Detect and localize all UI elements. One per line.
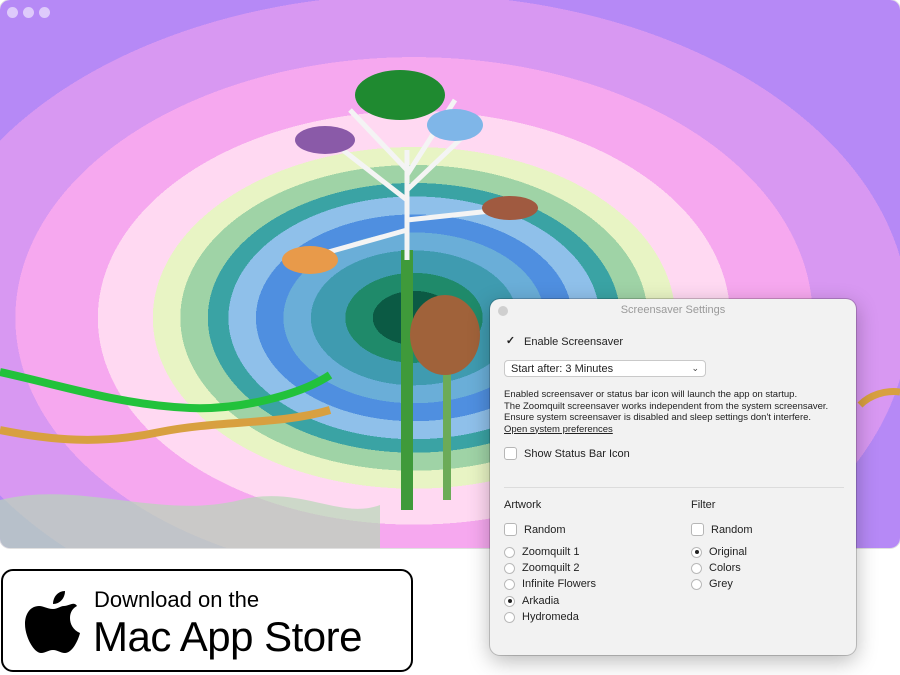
info-line: The Zoomquilt screensaver works independ… xyxy=(504,400,829,412)
chevron-down-icon: ⌄ xyxy=(691,363,699,373)
artwork-branch-right xyxy=(857,388,900,408)
artwork-branch-orange xyxy=(0,406,332,444)
artwork-option-zoomquilt-2[interactable]: Zoomquilt 2 xyxy=(504,562,579,574)
artwork-roots xyxy=(410,295,480,375)
filter-section-label: Filter xyxy=(691,499,716,511)
badge-store-text: Mac App Store xyxy=(93,613,362,660)
filter-option-label: Original xyxy=(709,546,747,558)
artwork-option-hydromeda[interactable]: Hydromeda xyxy=(504,611,579,623)
filter-option-label: Colors xyxy=(709,562,741,574)
show-status-bar-checkbox[interactable] xyxy=(504,447,517,460)
artwork-random-row[interactable]: Random xyxy=(504,523,566,536)
artwork-radio[interactable] xyxy=(504,562,515,574)
enable-screensaver-row[interactable]: ✓ Enable Screensaver xyxy=(504,335,623,348)
artwork-foliage-brown xyxy=(482,196,538,220)
artwork-option-label: Arkadia xyxy=(522,595,560,607)
artwork-option-label: Hydromeda xyxy=(522,611,579,623)
artwork-foliage-blue xyxy=(427,109,483,141)
startup-info-text: Enabled screensaver or status bar icon w… xyxy=(504,389,849,435)
mac-app-store-badge[interactable]: Download on the Mac App Store xyxy=(1,569,413,672)
artwork-branch-green xyxy=(0,368,333,413)
filter-option-colors[interactable]: Colors xyxy=(691,562,741,574)
artwork-radio[interactable] xyxy=(504,611,515,623)
enable-screensaver-checkbox[interactable]: ✓ xyxy=(504,335,517,348)
show-status-bar-label: Show Status Bar Icon xyxy=(524,447,630,460)
filter-random-label: Random xyxy=(711,523,753,536)
artwork-random-checkbox[interactable] xyxy=(504,523,517,536)
filter-option-label: Grey xyxy=(709,578,733,590)
filter-random-checkbox[interactable] xyxy=(691,523,704,536)
settings-divider xyxy=(504,487,844,488)
artwork-foliage-orange xyxy=(282,246,338,274)
artwork-section-label: Artwork xyxy=(504,499,542,511)
artwork-radio-selected[interactable] xyxy=(504,595,515,607)
start-after-value: Start after: 3 Minutes xyxy=(511,362,614,375)
filter-random-row[interactable]: Random xyxy=(691,523,753,536)
artwork-random-label: Random xyxy=(524,523,566,536)
artwork-radio[interactable] xyxy=(504,578,515,590)
artwork-trunk xyxy=(401,250,413,510)
filter-option-original[interactable]: Original xyxy=(691,546,747,558)
show-status-bar-row[interactable]: Show Status Bar Icon xyxy=(504,447,630,460)
badge-download-text: Download on the xyxy=(94,587,260,612)
screensaver-settings-panel: Screensaver Settings ✓ Enable Screensave… xyxy=(490,299,856,655)
artwork-waves xyxy=(0,494,380,548)
artwork-option-label: Zoomquilt 1 xyxy=(522,546,580,558)
start-after-select[interactable]: Start after: 3 Minutes ⌄ xyxy=(504,360,706,377)
open-system-preferences-link[interactable]: Open system preferences xyxy=(504,424,849,436)
artwork-option-zoomquilt-1[interactable]: Zoomquilt 1 xyxy=(504,546,579,558)
enable-screensaver-label: Enable Screensaver xyxy=(524,335,624,348)
artwork-option-label: Zoomquilt 2 xyxy=(522,562,580,574)
info-line: Enabled screensaver or status bar icon w… xyxy=(504,389,798,400)
filter-radio-selected[interactable] xyxy=(691,546,702,558)
filter-option-grey[interactable]: Grey xyxy=(691,578,733,590)
filter-radio[interactable] xyxy=(691,578,702,590)
artwork-foliage-purple xyxy=(295,126,355,154)
artwork-option-label: Infinite Flowers xyxy=(522,578,596,590)
artwork-radio[interactable] xyxy=(504,546,515,558)
apple-logo-icon xyxy=(25,591,80,653)
filter-radio[interactable] xyxy=(691,562,702,574)
settings-title: Screensaver Settings xyxy=(620,304,726,316)
info-line: Ensure system screensaver is disabled an… xyxy=(504,412,812,423)
artwork-option-infinite-flowers[interactable]: Infinite Flowers xyxy=(504,578,596,590)
artwork-foliage-top xyxy=(355,70,445,120)
artwork-option-arkadia[interactable]: Arkadia xyxy=(504,595,559,607)
